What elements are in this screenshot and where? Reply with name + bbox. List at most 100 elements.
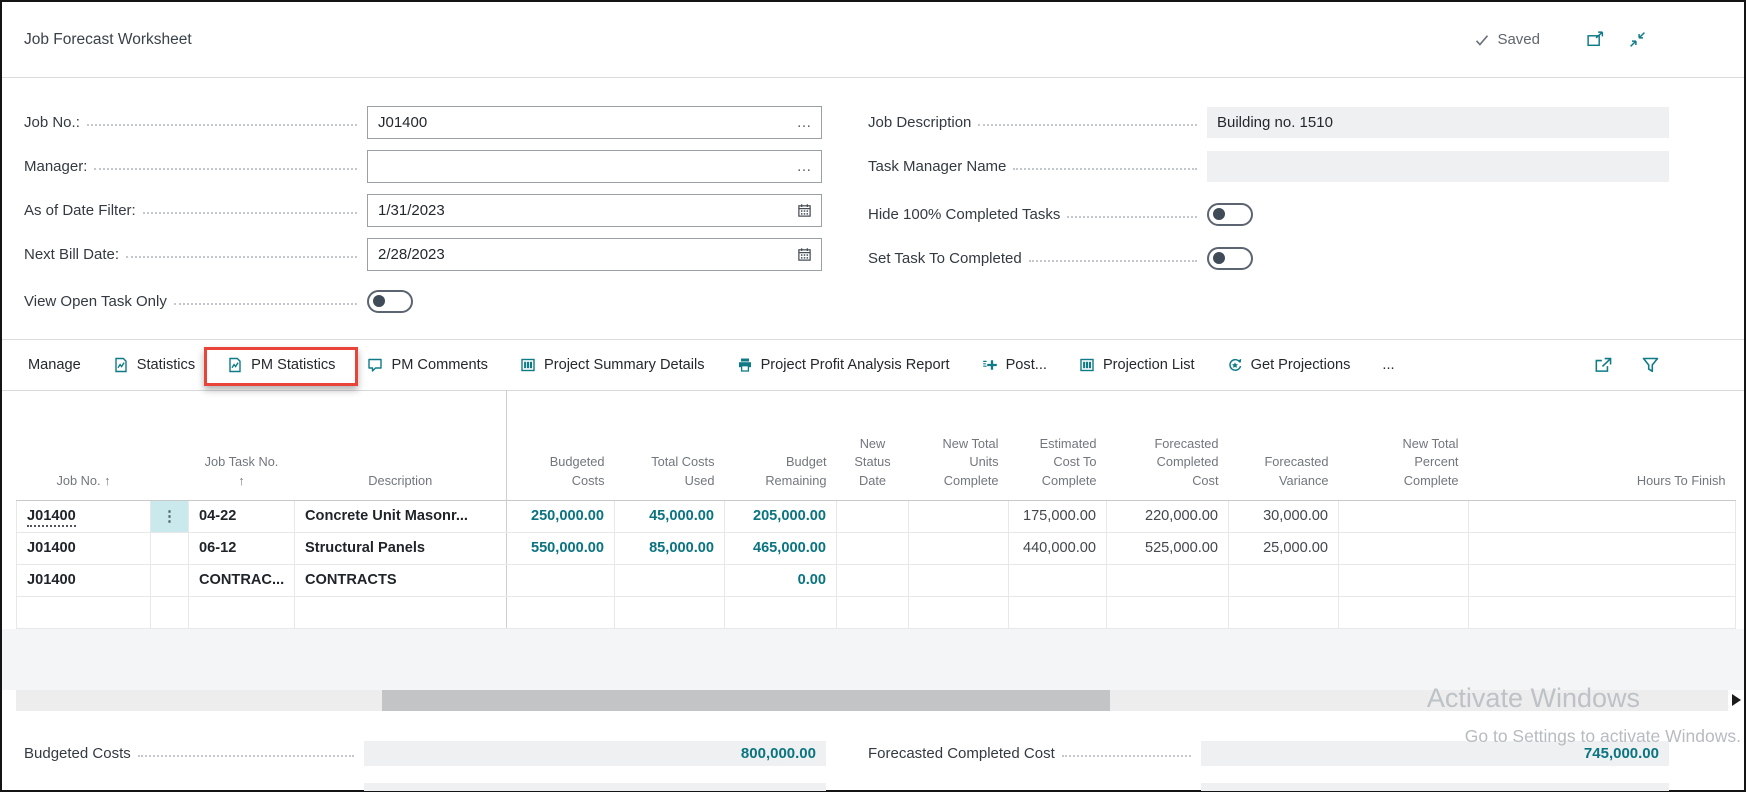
- cell-job-task-no[interactable]: CONTRAC...: [189, 564, 295, 596]
- cell-hours-to-finish[interactable]: [1469, 596, 1736, 628]
- cell-new-total-units-complete[interactable]: [909, 596, 1009, 628]
- toggle-set-task-to-completed[interactable]: [1207, 247, 1253, 270]
- column-header-new-total-units-complete[interactable]: New Total Units Complete: [909, 390, 1009, 500]
- column-header-job-no[interactable]: Job No. ↑: [17, 390, 151, 500]
- cell-hours-to-finish[interactable]: [1469, 564, 1736, 596]
- scrollbar-thumb[interactable]: [382, 690, 1110, 711]
- cell-forecasted-completed-cost[interactable]: 220,000.00: [1107, 500, 1229, 532]
- column-header-budgeted-costs[interactable]: Budgeted Costs: [507, 390, 615, 500]
- cell-estimated-cost-to-complete[interactable]: [1009, 564, 1107, 596]
- cell-description[interactable]: Concrete Unit Masonr...: [295, 500, 507, 532]
- cell-forecasted-variance[interactable]: [1229, 564, 1339, 596]
- toggle-hide-100-completed-tasks[interactable]: [1207, 203, 1253, 226]
- row-menu-cell[interactable]: [151, 564, 189, 596]
- cell-forecasted-completed-cost[interactable]: 525,000.00: [1107, 532, 1229, 564]
- input-as-of-date-filter[interactable]: [368, 202, 787, 219]
- filter-icon[interactable]: [1641, 356, 1660, 374]
- cell-estimated-cost-to-complete[interactable]: 440,000.00: [1009, 532, 1107, 564]
- cell-description[interactable]: CONTRACTS: [295, 564, 507, 596]
- cell-forecasted-completed-cost[interactable]: [1107, 564, 1229, 596]
- cell-new-status-date[interactable]: [837, 532, 909, 564]
- row-menu-button[interactable]: ⋮: [151, 500, 189, 532]
- scroll-right-arrow[interactable]: [1732, 694, 1741, 706]
- cell-description[interactable]: [295, 596, 507, 628]
- cell-hours-to-finish[interactable]: [1469, 500, 1736, 532]
- toolbar-post[interactable]: Post...: [966, 357, 1063, 373]
- field-label-job-no: Job No.:: [24, 114, 80, 131]
- cell-forecasted-variance[interactable]: [1229, 596, 1339, 628]
- column-header-budget-remaining[interactable]: Budget Remaining: [725, 390, 837, 500]
- cell-budgeted-costs[interactable]: [507, 564, 615, 596]
- input-job-no[interactable]: [368, 114, 787, 131]
- toolbar-statistics[interactable]: Statistics: [97, 357, 211, 373]
- toolbar-pm-comments[interactable]: PM Comments: [351, 357, 504, 373]
- cell-total-costs-used[interactable]: 45,000.00: [615, 500, 725, 532]
- cell-budget-remaining[interactable]: 0.00: [725, 564, 837, 596]
- calendar-icon[interactable]: [787, 247, 821, 262]
- cell-total-costs-used[interactable]: [615, 596, 725, 628]
- cell-new-status-date[interactable]: [837, 564, 909, 596]
- column-header-estimated-cost-to-complete[interactable]: Estimated Cost To Complete: [1009, 390, 1107, 500]
- column-header-hours-to-finish[interactable]: Hours To Finish: [1469, 390, 1736, 500]
- cell-new-total-percent-complete[interactable]: [1339, 564, 1469, 596]
- toolbar-project-profit-analysis-report[interactable]: Project Profit Analysis Report: [721, 357, 966, 373]
- open-in-new-window-icon[interactable]: [1586, 31, 1605, 48]
- toolbar-more-options[interactable]: ...: [1366, 357, 1410, 373]
- cell-job-no[interactable]: J01400: [17, 500, 151, 532]
- toolbar-pm-statistics[interactable]: PM Statistics: [211, 357, 351, 373]
- cell-job-task-no[interactable]: 04-22: [189, 500, 295, 532]
- cell-job-task-no[interactable]: 06-12: [189, 532, 295, 564]
- column-header-total-costs-used[interactable]: Total Costs Used: [615, 390, 725, 500]
- row-menu-cell[interactable]: [151, 532, 189, 564]
- column-header-forecasted-completed-cost[interactable]: Forecasted Completed Cost: [1107, 390, 1229, 500]
- cell-job-no[interactable]: [17, 596, 151, 628]
- share-icon[interactable]: [1593, 356, 1613, 374]
- toolbar-label: Statistics: [137, 357, 195, 373]
- cell-new-total-percent-complete[interactable]: [1339, 500, 1469, 532]
- lookup-ellipsis-button[interactable]: …: [787, 114, 821, 131]
- cell-new-status-date[interactable]: [837, 596, 909, 628]
- cell-budget-remaining[interactable]: 205,000.00: [725, 500, 837, 532]
- cell-total-costs-used[interactable]: 85,000.00: [615, 532, 725, 564]
- cell-budget-remaining[interactable]: [725, 596, 837, 628]
- row-menu-cell[interactable]: [151, 596, 189, 628]
- cell-job-no[interactable]: J01400: [17, 532, 151, 564]
- column-header-description[interactable]: Description: [295, 390, 507, 500]
- cell-new-total-units-complete[interactable]: [909, 532, 1009, 564]
- calendar-icon[interactable]: [787, 203, 821, 218]
- cell-new-total-units-complete[interactable]: [909, 564, 1009, 596]
- cell-description[interactable]: Structural Panels: [295, 532, 507, 564]
- cell-estimated-cost-to-complete[interactable]: [1009, 596, 1107, 628]
- column-header-forecasted-variance[interactable]: Forecasted Variance: [1229, 390, 1339, 500]
- cell-new-total-percent-complete[interactable]: [1339, 532, 1469, 564]
- cell-forecasted-variance[interactable]: 25,000.00: [1229, 532, 1339, 564]
- cell-new-status-date[interactable]: [837, 500, 909, 532]
- cell-hours-to-finish[interactable]: [1469, 532, 1736, 564]
- cell-total-costs-used[interactable]: [615, 564, 725, 596]
- toggle-view-open-task-only[interactable]: [367, 290, 413, 313]
- cell-budgeted-costs[interactable]: 250,000.00: [507, 500, 615, 532]
- cell-estimated-cost-to-complete[interactable]: 175,000.00: [1009, 500, 1107, 532]
- input-next-bill-date[interactable]: [368, 246, 787, 263]
- cell-budget-remaining[interactable]: 465,000.00: [725, 532, 837, 564]
- lookup-ellipsis-button[interactable]: …: [787, 158, 821, 175]
- cell-job-task-no[interactable]: [189, 596, 295, 628]
- toolbar-project-summary-details[interactable]: Project Summary Details: [504, 357, 721, 373]
- input-manager[interactable]: [368, 158, 787, 175]
- collapse-icon[interactable]: [1629, 31, 1646, 48]
- cell-forecasted-variance[interactable]: 30,000.00: [1229, 500, 1339, 532]
- cell-new-total-percent-complete[interactable]: [1339, 596, 1469, 628]
- cell-new-total-units-complete[interactable]: [909, 500, 1009, 532]
- check-icon: [1474, 32, 1490, 48]
- cell-job-no[interactable]: J01400: [17, 564, 151, 596]
- toolbar-get-projections[interactable]: Get Projections: [1211, 357, 1367, 373]
- horizontal-scrollbar[interactable]: [16, 690, 1728, 711]
- column-header-new-status-date[interactable]: New Status Date: [837, 390, 909, 500]
- toolbar-projection-list[interactable]: Projection List: [1063, 357, 1211, 373]
- column-header-new-total-percent-complete[interactable]: New Total Percent Complete: [1339, 390, 1469, 500]
- cell-budgeted-costs[interactable]: 550,000.00: [507, 532, 615, 564]
- column-header-job-task-no[interactable]: Job Task No. ↑: [189, 390, 295, 500]
- toolbar-manage[interactable]: Manage: [24, 357, 97, 373]
- cell-budgeted-costs[interactable]: [507, 596, 615, 628]
- cell-forecasted-completed-cost[interactable]: [1107, 596, 1229, 628]
